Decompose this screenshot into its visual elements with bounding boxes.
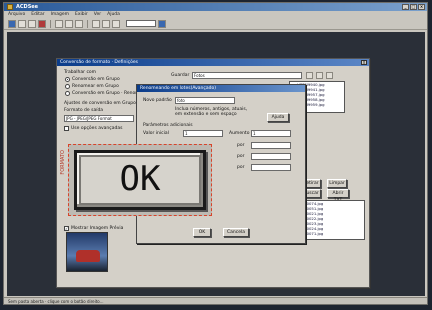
param-field-3[interactable] <box>251 164 291 171</box>
preview-checkbox[interactable]: ✓ <box>64 226 69 231</box>
up-folder-icon[interactable] <box>306 72 313 79</box>
new-name-field[interactable]: foto <box>175 97 235 104</box>
group-label: Trabalhar com <box>64 70 97 75</box>
status-bar: Sem pasta aberta · clique com o botão di… <box>4 297 427 304</box>
toolbar-separator <box>50 19 51 28</box>
open-txt-button[interactable]: Abrir TXT <box>327 189 349 203</box>
param-field-2[interactable] <box>251 153 291 160</box>
view-menu-icon[interactable] <box>326 72 333 79</box>
param-label-3: por <box>237 165 245 170</box>
clear-button[interactable]: Limpar <box>327 179 347 188</box>
dialog-close-button[interactable]: X <box>361 60 367 65</box>
delete-icon[interactable] <box>38 19 46 28</box>
grid-icon[interactable] <box>75 19 83 28</box>
radio-batch-rename-label: Renomear em Grupo <box>72 84 119 89</box>
preview-label: Mostrar Imagem Prévia <box>71 226 124 231</box>
advanced-checkbox[interactable] <box>64 126 69 131</box>
rotate-icon[interactable] <box>55 19 63 28</box>
advanced-label: Use opções avançadas <box>71 126 123 131</box>
menu-view[interactable]: Exibir <box>75 11 88 18</box>
increment-field[interactable]: 1 <box>251 130 291 137</box>
param-field-1[interactable] <box>251 142 291 149</box>
minimize-button[interactable]: _ <box>402 4 409 10</box>
radio-batch-convert[interactable] <box>65 77 70 82</box>
address-field[interactable] <box>126 20 156 27</box>
format-label: Formato de saída <box>64 108 104 113</box>
hint-text: Inclua números, antigos, atuais, em exte… <box>175 107 248 117</box>
app-icon <box>7 4 13 10</box>
new-folder-icon[interactable] <box>316 72 323 79</box>
menu-image[interactable]: Imagem <box>51 11 69 18</box>
menu-help[interactable]: Ajuda <box>107 11 120 18</box>
folder-label: Guardar <box>171 73 190 78</box>
conversion-dialog-title: Conversão de formato · Definições <box>57 59 369 66</box>
new-name-label: Novo padrão <box>143 98 172 103</box>
menu-see[interactable]: Ver <box>94 11 101 18</box>
preview-car-shape <box>76 250 100 262</box>
rename-dialog-title: Renomeando em lotes(Avançado) <box>137 85 305 92</box>
ok-button[interactable]: OK <box>193 228 211 237</box>
back-arrow-icon[interactable] <box>92 19 100 28</box>
toolbar-separator <box>87 19 88 28</box>
params-label: Parâmetros adicionais <box>143 123 193 128</box>
menu-bar: Arquivo Editar Imagem Exibir Ver Ajuda <box>4 11 427 18</box>
toolbar <box>4 18 427 30</box>
side-mark: FORMATO <box>60 150 66 175</box>
window-controls: _ □ × <box>402 4 425 10</box>
radio-convert-rename[interactable] <box>65 91 70 96</box>
param-label-1: por <box>237 143 245 148</box>
selected-files-list[interactable]: A0074.jpg A0051.jpg A0021.jpg A0022.jpg … <box>301 200 365 240</box>
forward-arrow-icon[interactable] <box>102 19 110 28</box>
param-label-2: por <box>237 154 245 159</box>
list-item[interactable]: A0071.jpg <box>302 231 364 236</box>
zoom-callout: OK <box>68 144 212 216</box>
browse-icon[interactable] <box>8 19 16 28</box>
go-icon[interactable] <box>158 19 166 28</box>
close-button[interactable]: × <box>418 4 425 10</box>
radio-batch-rename[interactable] <box>65 84 70 89</box>
ok-button-zoomed[interactable]: OK <box>74 150 206 210</box>
rename-cancel-button[interactable]: Cancela <box>223 228 249 237</box>
image-preview <box>66 232 108 272</box>
save-icon[interactable] <box>28 19 36 28</box>
crop-icon[interactable] <box>65 19 73 28</box>
section-label: Ajustes de conversão em Grupo <box>64 101 136 106</box>
format-field[interactable]: JPG - JPEG/JPEG Format <box>64 115 134 122</box>
menu-edit[interactable]: Editar <box>31 11 44 18</box>
increment-label: Aumento <box>229 131 250 136</box>
start-value-field[interactable]: 1 <box>183 130 223 137</box>
radio-batch-convert-label: Conversão em Grupo <box>72 77 120 82</box>
folder-select[interactable]: Fotos <box>192 72 302 79</box>
window-title: ACDSee <box>16 4 39 10</box>
menu-file[interactable]: Arquivo <box>8 11 25 18</box>
start-value-label: Valor inicial <box>143 131 169 136</box>
zoom-icon[interactable] <box>112 19 120 28</box>
folder-icon[interactable] <box>18 19 26 28</box>
maximize-button[interactable]: □ <box>410 4 417 10</box>
title-bar: ACDSee _ □ × <box>4 3 427 11</box>
help-button[interactable]: Ajuda <box>267 113 289 122</box>
